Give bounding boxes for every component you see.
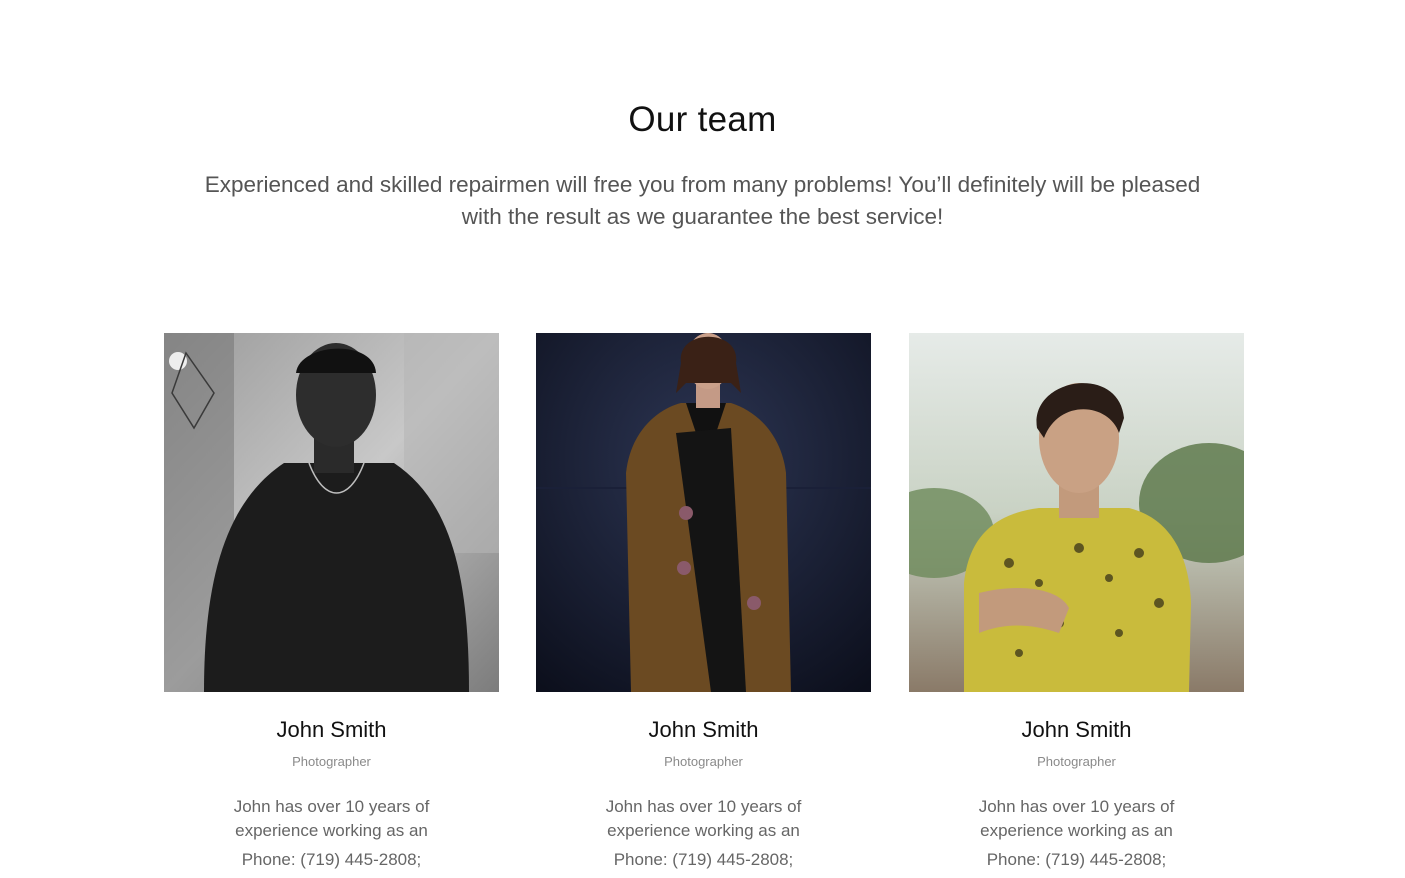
member-name: John Smith (1021, 717, 1132, 742)
member-role: Photographer (292, 754, 371, 769)
member-photo-image (536, 333, 871, 692)
section-subtitle: Experienced and skilled repairmen will f… (204, 172, 1201, 229)
member-role: Photographer (1037, 754, 1116, 769)
member-phone: Phone: (719) 445-2808; (241, 850, 422, 869)
team-member-card: John Smith Photographer John has over 10… (164, 333, 499, 878)
member-bio: John has over 10 years of experience wor… (605, 797, 802, 840)
member-photo-image (164, 333, 499, 692)
member-photo (164, 333, 499, 692)
member-photo (536, 333, 871, 692)
team-member-card: John Smith Photographer John has over 10… (536, 333, 871, 878)
team-section: Our team Experienced and skilled repairm… (0, 0, 1405, 878)
member-bio: John has over 10 years of experience wor… (233, 797, 430, 840)
member-phone: Phone: (719) 445-2808; (986, 850, 1167, 869)
team-grid: John Smith Photographer John has over 10… (164, 333, 1244, 878)
member-photo (909, 333, 1244, 692)
member-phone: Phone: (719) 445-2808; (613, 850, 794, 869)
member-name: John Smith (276, 717, 387, 742)
member-photo-image (909, 333, 1244, 692)
member-role: Photographer (664, 754, 743, 769)
member-bio: John has over 10 years of experience wor… (978, 797, 1175, 840)
member-name: John Smith (648, 717, 759, 742)
section-title: Our team (628, 100, 777, 139)
team-member-card: John Smith Photographer John has over 10… (909, 333, 1244, 878)
